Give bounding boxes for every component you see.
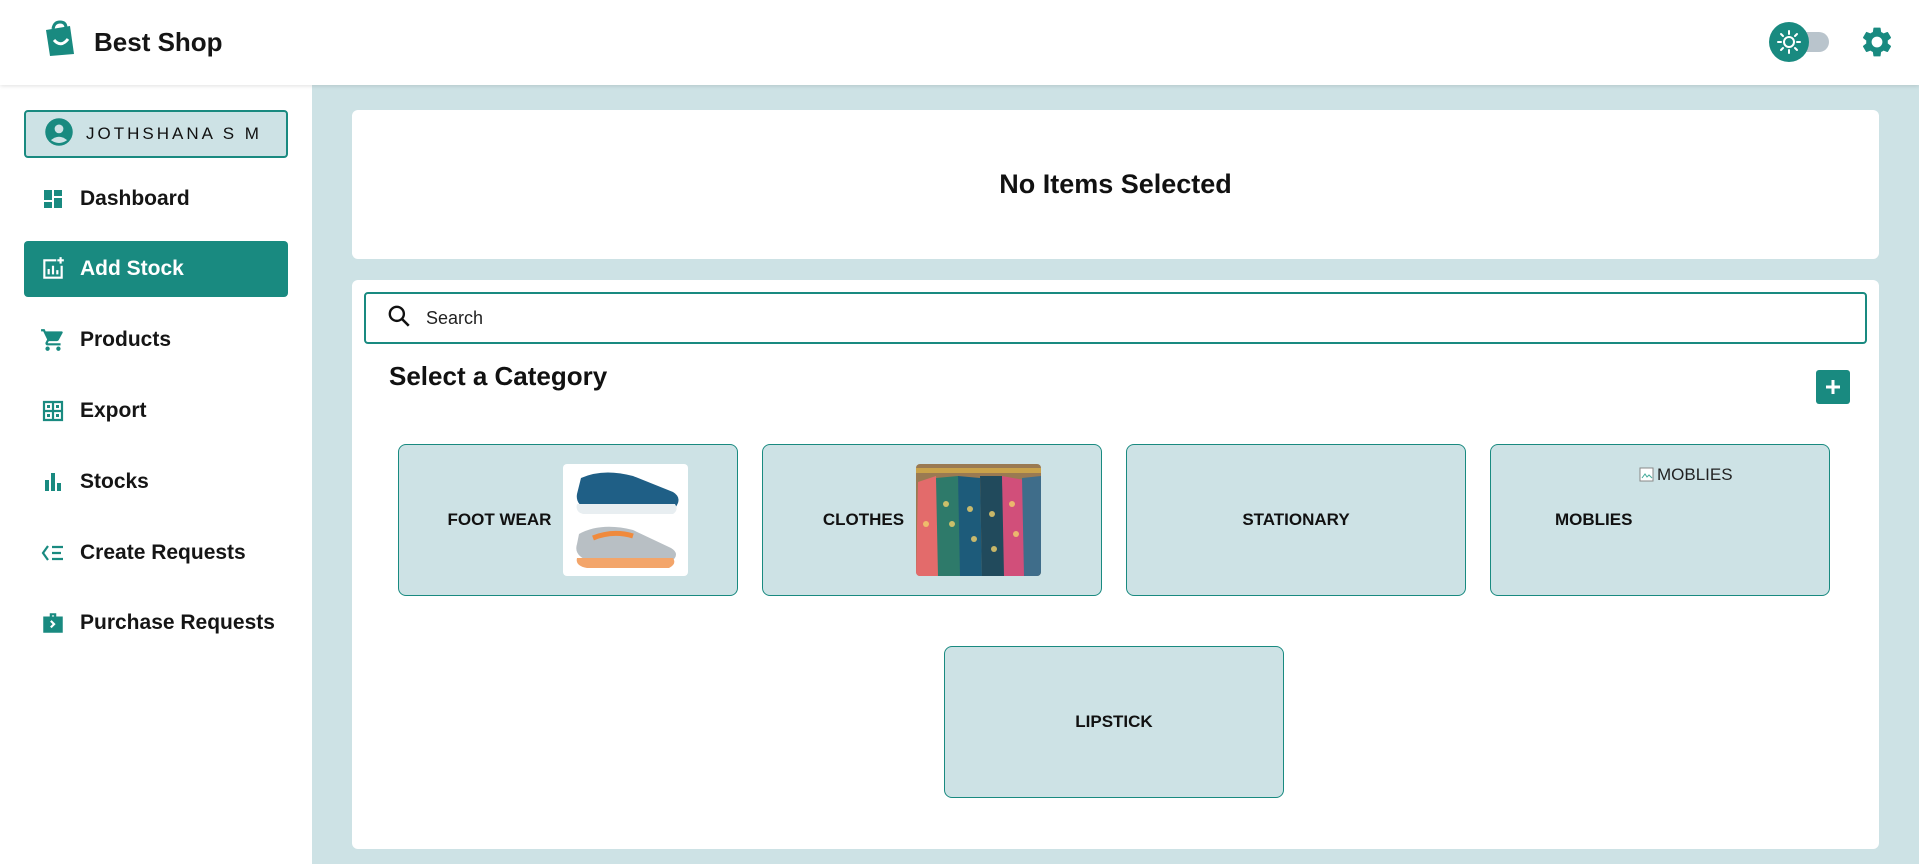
search-box[interactable] (364, 292, 1867, 344)
brand-name: Best Shop (94, 27, 223, 57)
briefcase-arrow-icon (40, 610, 66, 636)
sidebar-item-purchase-requests[interactable]: Purchase Requests (24, 595, 288, 651)
sidebar-item-label: Create Requests (80, 541, 246, 564)
sidebar-item-label: Products (80, 328, 172, 351)
add-category-button[interactable] (1816, 370, 1850, 404)
section-title: Select a Category (389, 361, 608, 391)
request-list-icon (40, 540, 66, 566)
search-input[interactable] (426, 307, 1826, 329)
sidebar-item-products[interactable]: Products (24, 312, 288, 368)
selected-items-panel: No Items Selected (352, 110, 1879, 259)
shopping-bag-icon (40, 20, 80, 65)
selection-message: No Items Selected (999, 169, 1232, 199)
category-label: LIPSTICK (1075, 712, 1153, 731)
sidebar-item-export[interactable]: Export (24, 383, 288, 439)
category-label: CLOTHES (822, 510, 905, 529)
category-label: STATIONARY (1242, 510, 1350, 529)
user-name: JOTHSHANA S M (86, 124, 262, 143)
sidebar-item-label: Purchase Requests (80, 611, 275, 634)
sidebar-item-label: Export (80, 399, 147, 422)
user-chip[interactable]: JOTHSHANA S M (24, 110, 288, 158)
sidebar-item-label: Dashboard (80, 187, 190, 210)
top-bar: Best Shop (0, 0, 1919, 85)
sidebar-item-dashboard[interactable]: Dashboard (24, 171, 288, 227)
grid-icon (40, 398, 66, 424)
category-panel: Select a Category FOOT WEAR CLOTHES (352, 280, 1879, 849)
broken-image-alt: MOBLIES (1657, 465, 1733, 484)
category-tile-clothes[interactable]: CLOTHES (762, 444, 1102, 596)
account-circle-icon (44, 117, 74, 152)
category-tile-lipstick[interactable]: LIPSTICK (944, 646, 1284, 798)
search-icon (386, 303, 412, 334)
sidebar-item-label: Stocks (80, 470, 149, 493)
category-tile-foot-wear[interactable]: FOOT WEAR (398, 444, 738, 596)
sidebar-item-stocks[interactable]: Stocks (24, 454, 288, 510)
category-label: MOBLIES (1555, 510, 1633, 529)
broken-image-icon: MOBLIES (1639, 465, 1733, 485)
category-tile-moblies[interactable]: MOBLIES MOBLIES (1490, 444, 1830, 596)
sun-icon (1769, 22, 1809, 62)
brand[interactable]: Best Shop (40, 20, 223, 65)
theme-toggle[interactable] (1769, 22, 1831, 62)
category-tile-stationary[interactable]: STATIONARY (1126, 444, 1466, 596)
sidebar-item-add-stock[interactable]: Add Stock (24, 241, 288, 297)
sidebar: JOTHSHANA S M Dashboard Add Stock Produc… (0, 85, 312, 864)
shoes-image (563, 464, 689, 576)
plus-icon (1826, 380, 1840, 394)
cart-icon (40, 327, 66, 353)
category-label: FOOT WEAR (447, 510, 552, 529)
dashboard-icon (40, 186, 66, 212)
gear-icon[interactable] (1857, 22, 1897, 62)
sidebar-item-create-requests[interactable]: Create Requests (24, 525, 288, 581)
sidebar-item-label: Add Stock (80, 257, 184, 280)
main-content: No Items Selected Select a Category FOOT… (312, 85, 1919, 864)
clothes-rack-image (916, 464, 1042, 576)
bar-chart-icon (40, 469, 66, 495)
add-chart-icon (40, 256, 66, 282)
